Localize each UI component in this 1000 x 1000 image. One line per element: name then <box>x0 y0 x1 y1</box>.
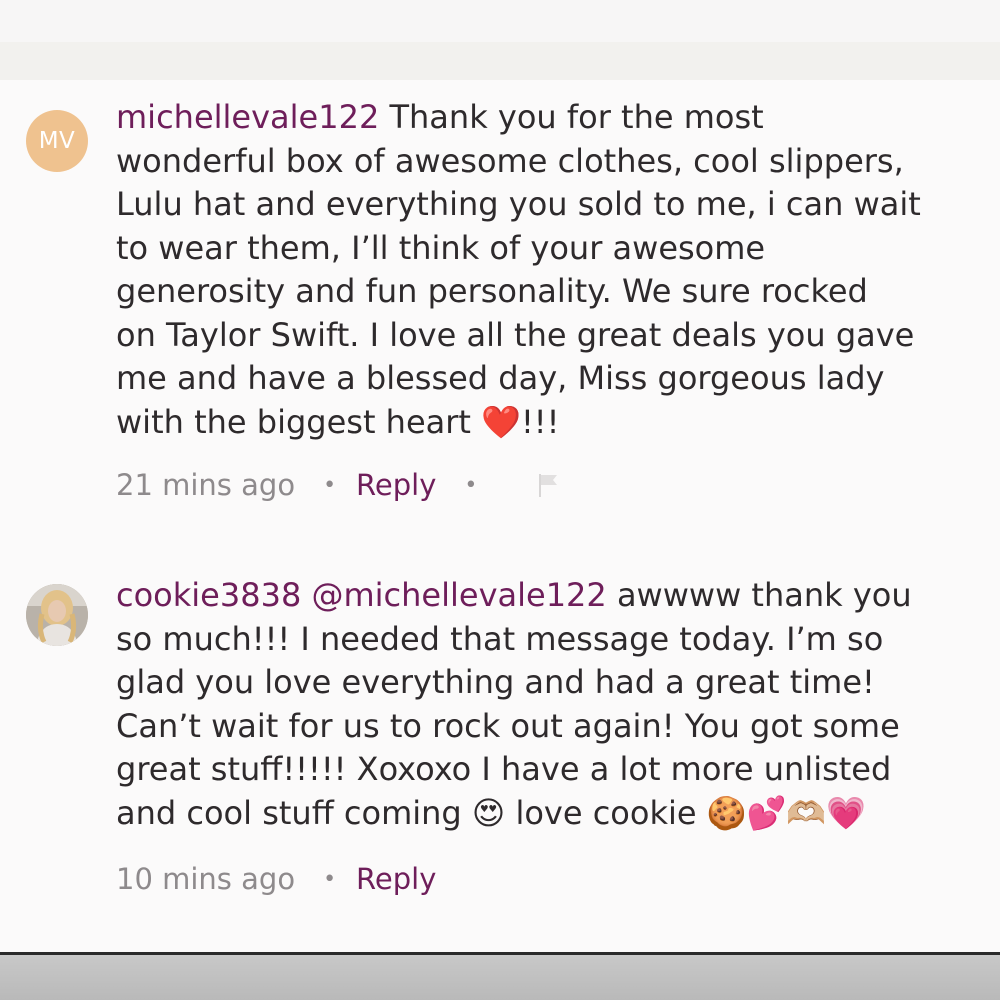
comment-text: Thank you for the most wonderful box of … <box>116 98 921 441</box>
comment-body: michellevale122 Thank you for the most w… <box>116 96 976 444</box>
avatar-initials: MV <box>38 128 76 154</box>
comment-timestamp: 21 mins ago <box>116 468 296 502</box>
separator-dot: • <box>323 866 337 892</box>
avatar[interactable]: MV <box>26 110 88 172</box>
avatar[interactable] <box>26 584 88 646</box>
bottom-bar <box>0 955 1000 1000</box>
comment-username[interactable]: michellevale122 <box>116 98 379 136</box>
header-band <box>0 42 1000 80</box>
comment-meta: 21 mins ago • Reply • <box>116 468 561 502</box>
comment-mention[interactable]: @michellevale122 <box>311 576 606 614</box>
flag-icon[interactable] <box>537 472 561 498</box>
separator-dot: • <box>464 472 478 498</box>
comment-username[interactable]: cookie3838 <box>116 576 301 614</box>
reply-button[interactable]: Reply <box>356 862 436 896</box>
avatar-photo <box>26 584 88 646</box>
separator-dot: • <box>323 472 337 498</box>
comment-body: cookie3838 @michellevale122 awwww thank … <box>116 574 976 835</box>
reply-button[interactable]: Reply <box>356 468 436 502</box>
top-status-band <box>0 0 1000 42</box>
comment-timestamp: 10 mins ago <box>116 862 296 896</box>
comment-text: awwww thank you so much!!! I needed that… <box>116 576 912 832</box>
comment-meta: 10 mins ago • Reply <box>116 862 436 896</box>
